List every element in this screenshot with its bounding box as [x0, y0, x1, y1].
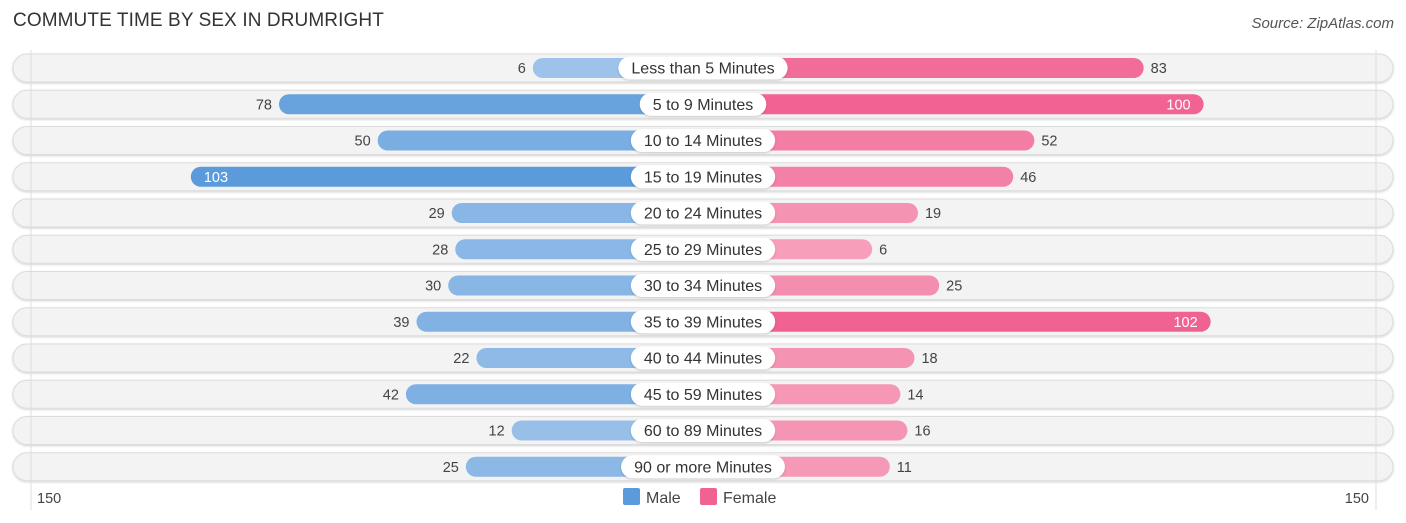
value-label-male: 50 — [355, 134, 371, 150]
category-label: 10 to 14 Minutes — [644, 133, 762, 150]
category-label: 30 to 34 Minutes — [644, 278, 762, 295]
bar-row: 22 18 40 to 44 Minutes — [12, 343, 1394, 373]
bar-male — [190, 166, 703, 187]
category-label: 5 to 9 Minutes — [653, 97, 754, 114]
value-label-female: 6 — [879, 242, 887, 258]
value-label-female: 83 — [1151, 61, 1167, 77]
bar-female — [703, 311, 1211, 332]
legend-swatch-female — [700, 488, 717, 505]
value-label-male: 39 — [393, 315, 409, 331]
bar-row: 12 16 60 to 89 Minutes — [12, 416, 1394, 445]
value-label-male: 29 — [429, 206, 445, 222]
legend-item-male[interactable]: Male — [623, 488, 681, 507]
category-label: Less than 5 Minutes — [631, 61, 774, 78]
value-label-female: 46 — [1020, 170, 1036, 186]
value-label-male: 12 — [489, 424, 505, 440]
category-label: 90 or more Minutes — [634, 459, 772, 476]
bar-row: 6 83 Less than 5 Minutes — [12, 53, 1394, 83]
value-label-female: 14 — [907, 387, 923, 403]
category-label: 40 to 44 Minutes — [644, 351, 762, 368]
bar-row: 39 102 35 to 39 Minutes — [12, 307, 1394, 337]
value-label-female: 25 — [946, 279, 962, 295]
value-label-female: 18 — [921, 351, 937, 367]
legend-label-male: Male — [646, 490, 681, 507]
category-label: 20 to 24 Minutes — [644, 206, 762, 223]
category-label: 60 to 89 Minutes — [644, 423, 762, 440]
value-label-female: 19 — [925, 206, 941, 222]
bar-row: 78 100 5 to 9 Minutes — [12, 89, 1394, 119]
bar-female — [703, 94, 1204, 115]
value-label-male: 42 — [383, 387, 399, 403]
bar-male — [278, 94, 703, 115]
value-label-female: 52 — [1041, 134, 1057, 150]
value-label-male: 28 — [432, 242, 448, 258]
bar-row: 103 46 15 to 19 Minutes — [12, 162, 1394, 192]
legend-label-female: Female — [723, 490, 776, 507]
axis-tick-right: 150 — [1345, 491, 1369, 507]
bar-row: 30 25 30 to 34 Minutes — [12, 271, 1394, 300]
value-label-female: 100 — [1166, 97, 1190, 113]
category-label: 45 to 59 Minutes — [644, 387, 762, 404]
axis-tick-left: 150 — [37, 491, 61, 507]
bar-row: 28 6 25 to 29 Minutes — [12, 234, 1394, 264]
legend: Male Female — [623, 488, 776, 507]
bar-rows: 6 83 Less than 5 Minutes 78 100 5 to 9 Minute… — [12, 53, 1394, 482]
legend-item-female[interactable]: Female — [700, 488, 776, 507]
value-label-male: 22 — [453, 351, 469, 367]
bar-row: 25 11 90 or more Minutes — [12, 452, 1394, 482]
legend-swatch-male — [623, 488, 640, 505]
value-label-female: 102 — [1173, 315, 1197, 331]
value-label-male: 25 — [443, 460, 459, 476]
chart-canvas: 6 83 Less than 5 Minutes 78 100 5 to 9 Minute… — [12, 50, 1394, 510]
value-label-male: 30 — [425, 279, 441, 295]
value-label-male: 78 — [256, 97, 272, 113]
value-label-male: 6 — [518, 61, 526, 77]
bar-row: 29 19 20 to 24 Minutes — [12, 198, 1394, 228]
value-label-male: 103 — [204, 170, 228, 186]
value-label-female: 11 — [897, 460, 912, 476]
bar-row: 50 52 10 to 14 Minutes — [12, 126, 1394, 155]
value-label-female: 16 — [914, 424, 930, 440]
bar-row: 42 14 45 to 59 Minutes — [12, 379, 1394, 409]
category-label: 35 to 39 Minutes — [644, 314, 762, 331]
category-label: 15 to 19 Minutes — [644, 169, 762, 186]
category-label: 25 to 29 Minutes — [644, 242, 762, 259]
